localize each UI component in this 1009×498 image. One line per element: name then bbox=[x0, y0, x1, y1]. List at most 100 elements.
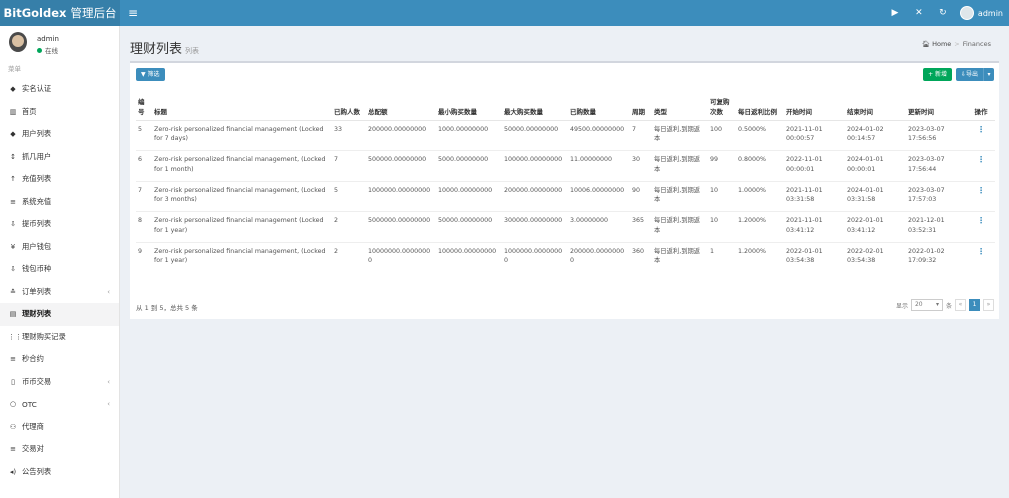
table-row: 8 Zero-risk personalized financial manage… bbox=[136, 211, 995, 242]
column-header[interactable]: 操作 bbox=[967, 90, 995, 121]
filter-button[interactable]: ▼ 筛选 bbox=[136, 68, 165, 81]
table-cell: 5000000.00000000 bbox=[366, 211, 436, 242]
sidebar-item[interactable]: ◆ 用户列表 bbox=[0, 123, 119, 146]
column-header[interactable]: 已购人数 bbox=[332, 90, 366, 121]
sidebar-item[interactable]: ≛ 订单列表 ‹ bbox=[0, 281, 119, 304]
column-header[interactable]: 开始时间 bbox=[784, 90, 845, 121]
table-cell: 33 bbox=[332, 119, 366, 151]
table-cell: 49500.00000000 bbox=[568, 119, 630, 151]
pagination: 显示 20 ▾ 条 « 1 » bbox=[896, 299, 994, 311]
chevron-down-icon[interactable]: ▾ bbox=[983, 68, 994, 81]
table-cell: Zero-risk personalized financial managem… bbox=[152, 211, 332, 242]
table-cell: 2023-03-07 17:57:03 bbox=[906, 180, 967, 212]
avatar bbox=[959, 6, 974, 20]
sidebar-item[interactable]: ≡ 系统充值 bbox=[0, 191, 119, 214]
table-cell: 100 bbox=[708, 119, 736, 151]
sidebar-item[interactable]: ▤ 理财列表 bbox=[0, 303, 119, 326]
menu-icon: ⚇ bbox=[9, 422, 17, 431]
column-header[interactable]: 最小购买数量 bbox=[436, 90, 502, 121]
next-page-button[interactable]: » bbox=[983, 299, 994, 311]
sidebar-item[interactable]: ¥ 用户钱包 bbox=[0, 236, 119, 259]
user-status: 在线 bbox=[37, 45, 58, 55]
export-button[interactable]: ⇩导出 ▾ bbox=[955, 68, 994, 81]
column-header[interactable]: 总配额 bbox=[366, 90, 436, 121]
sidebar-item-label: 充值列表 bbox=[22, 174, 52, 184]
row-actions-icon[interactable]: ⋮ bbox=[967, 119, 995, 151]
table-cell: 2024-01-01 00:00:01 bbox=[845, 150, 906, 181]
table-cell: 200000.00000000 bbox=[568, 241, 630, 273]
table-cell: 1000.00000000 bbox=[436, 119, 502, 151]
sidebar-item[interactable]: ⇩ 提币列表 bbox=[0, 213, 119, 236]
sidebar-item[interactable]: ◂) 公告列表 bbox=[0, 461, 119, 484]
row-actions-icon[interactable]: ⋮ bbox=[967, 211, 995, 242]
table-cell: 8 bbox=[136, 211, 152, 242]
table-cell: 2024-01-02 00:14:57 bbox=[845, 119, 906, 151]
table-cell: 365 bbox=[630, 211, 652, 242]
table-cell: 每日返利,到期返本 bbox=[652, 119, 708, 151]
table-row: 9 Zero-risk personalized financial manage… bbox=[136, 241, 995, 273]
table-cell: 1000000.00000000 bbox=[366, 180, 436, 212]
row-actions-icon[interactable]: ⋮ bbox=[967, 180, 995, 212]
breadcrumb-home[interactable]: Home bbox=[932, 40, 951, 48]
sidebar-item-label: 用户钱包 bbox=[22, 241, 52, 251]
column-header[interactable]: 最大购买数量 bbox=[502, 90, 568, 121]
sidebar-item[interactable]: ↕ 抓几用户 bbox=[0, 146, 119, 169]
column-header[interactable]: 可复购次数 bbox=[708, 90, 736, 121]
table-cell: 2022-01-01 03:54:38 bbox=[784, 241, 845, 273]
sidebar-item[interactable]: ⚇ 代理商 bbox=[0, 416, 119, 439]
column-header[interactable]: 已购数量 bbox=[568, 90, 630, 121]
row-actions-icon[interactable]: ⋮ bbox=[967, 150, 995, 181]
add-button[interactable]: + 新增 bbox=[923, 68, 952, 81]
sidebar-item[interactable]: ≡ 交易对 bbox=[0, 438, 119, 461]
table-cell: 100000.00000000 bbox=[502, 150, 568, 181]
fullscreen-icon[interactable]: ✕ bbox=[912, 6, 926, 20]
sidebar-item[interactable]: ▯ 币币交易 ‹ bbox=[0, 371, 119, 394]
sidebar-item[interactable]: ○ OTC ‹ bbox=[0, 393, 119, 416]
refresh-icon[interactable]: ↻ bbox=[936, 6, 950, 20]
table-cell: 1 bbox=[708, 241, 736, 273]
sidebar-item[interactable]: ≡ 秒合约 bbox=[0, 348, 119, 371]
table-cell: 2021-11-01 00:00:57 bbox=[784, 119, 845, 151]
table-cell: 360 bbox=[630, 241, 652, 273]
table-cell: 50000.00000000 bbox=[502, 119, 568, 151]
page-size-select[interactable]: 20 ▾ bbox=[910, 299, 943, 311]
page-1-button[interactable]: 1 bbox=[969, 299, 980, 311]
user-panel: admin 在线 bbox=[0, 26, 119, 60]
prev-page-button[interactable]: « bbox=[955, 299, 966, 311]
table-cell: 500000.00000000 bbox=[366, 150, 436, 181]
sidebar-item[interactable]: ⇩ 钱包币种 bbox=[0, 258, 119, 281]
table-cell: 2022-01-02 17:09:32 bbox=[906, 241, 967, 273]
table-cell: 每日返利,到期返本 bbox=[652, 180, 708, 212]
user-menu[interactable]: admin bbox=[959, 6, 1003, 20]
sidebar-item[interactable]: ▥ 首页 bbox=[0, 101, 119, 124]
table-cell: 2023-03-07 17:56:56 bbox=[906, 119, 967, 151]
menu-icon: ▤ bbox=[9, 310, 17, 319]
table-cell: 30 bbox=[630, 150, 652, 181]
sidebar-menu: ◆ 实名认证 ▥ 首页 ◆ 用户列表 ↕ 抓几用户 ↑ 充值列表 ≡ 系统充值 ⇩ 提币列表 ¥ 用户钱包 ⇩ 钱… bbox=[0, 78, 119, 483]
column-header[interactable]: 编号 bbox=[136, 90, 152, 121]
sidebar-item[interactable]: ⋮⋮ 理财购买记录 bbox=[0, 326, 119, 349]
column-header[interactable]: 标题 bbox=[152, 90, 332, 121]
brand-logo[interactable]: BitGoldex 管理后台 bbox=[0, 0, 120, 26]
sidebar-toggle-icon[interactable]: ≡ bbox=[126, 6, 140, 20]
breadcrumb-current: Finances bbox=[962, 40, 991, 48]
sidebar-item-label: 提币列表 bbox=[22, 219, 52, 229]
column-header[interactable]: 类型 bbox=[652, 90, 708, 121]
row-actions-icon[interactable]: ⋮ bbox=[967, 241, 995, 273]
table-cell: 11.00000000 bbox=[568, 150, 630, 181]
column-header[interactable]: 每日返利比例 bbox=[736, 90, 784, 121]
sidebar-item[interactable]: ◆ 实名认证 bbox=[0, 78, 119, 101]
column-header[interactable]: 结束时间 bbox=[845, 90, 906, 121]
table-cell: 9 bbox=[136, 241, 152, 273]
sidebar-item-label: 钱包币种 bbox=[22, 264, 52, 274]
table-cell: 2023-03-07 17:56:44 bbox=[906, 150, 967, 181]
sidebar-item[interactable]: ↑ 充值列表 bbox=[0, 168, 119, 191]
menu-header: 菜单 bbox=[8, 65, 21, 73]
column-header[interactable]: 周期 bbox=[630, 90, 652, 121]
table-cell: 2021-12-01 03:52:31 bbox=[906, 211, 967, 242]
sidebar-item-label: 币币交易 bbox=[22, 376, 52, 386]
column-header[interactable]: 更新时间 bbox=[906, 90, 967, 121]
play-icon[interactable]: ▶ bbox=[888, 6, 902, 20]
table-cell: 200000.00000000 bbox=[502, 180, 568, 212]
table-cell: 5000.00000000 bbox=[436, 150, 502, 181]
